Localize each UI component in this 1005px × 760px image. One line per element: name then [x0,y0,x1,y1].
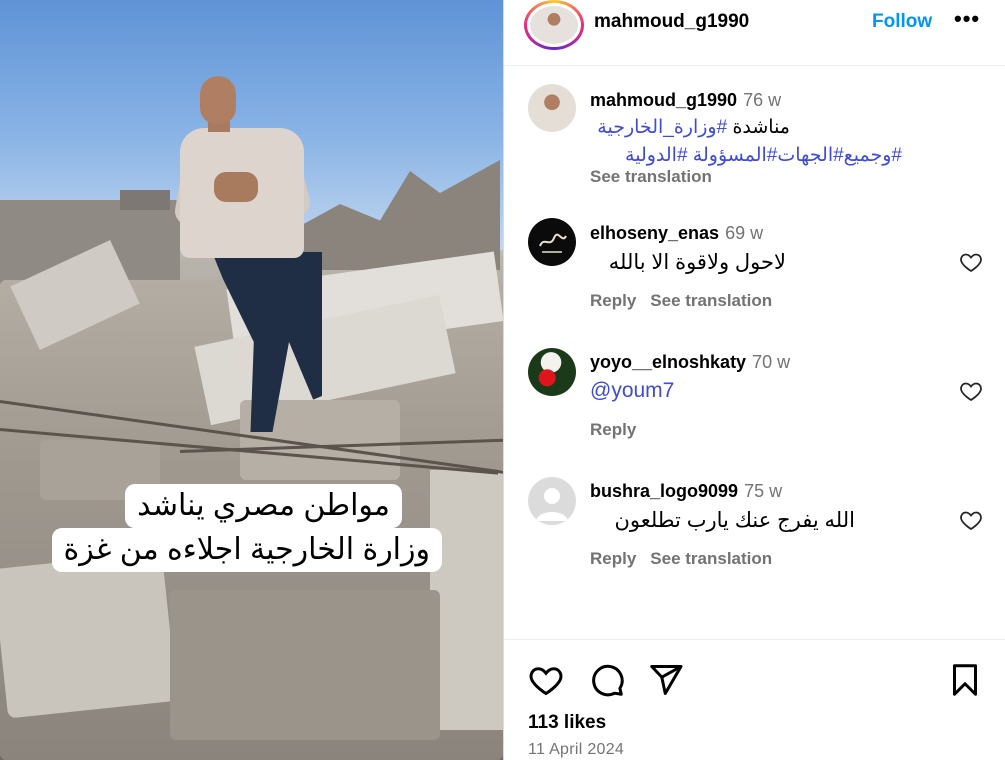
calligraphy-icon [539,233,567,253]
comments-section: mahmoud_g1990 76 w مناشدة #وزارة_الخارجية… [504,66,1005,639]
hashtag-links[interactable]: #وجميع#الجهات#المسؤولة #الدولية [590,144,902,167]
caption-username[interactable]: mahmoud_g1990 76 w [590,90,781,111]
caption-line-1: مناشدة #وزارة_الخارجية [590,116,790,139]
comment-username[interactable]: elhoseny_enas 69 w [590,223,763,244]
more-options-icon[interactable]: ••• [954,6,980,32]
caption-avatar[interactable] [528,84,576,132]
comment-username[interactable]: yoyo__elnoshkaty 70 w [590,352,790,373]
rose-avatar[interactable] [528,348,576,396]
mention-link[interactable]: @youm7 [590,379,674,403]
see-translation-link[interactable]: See translation [590,167,712,186]
reply-button[interactable]: Reply [590,420,636,439]
likes-count[interactable]: 113 likes [528,712,606,734]
profile-avatar[interactable] [524,0,584,50]
person-head [200,76,236,124]
comment-time: 75 w [744,481,783,501]
comment-username[interactable]: bushra_logo9099 75 w [590,481,782,502]
calligraphy-avatar[interactable] [528,218,576,266]
video-caption-overlay: مواطن مصري يناشد وزارة الخارجية اجلاءه م… [51,484,442,578]
post-date: 11 April 2024 [528,741,625,758]
comment-like-heart-icon[interactable] [959,250,983,274]
comment-text: الله يفرج عنك يارب تطلعون [614,509,855,532]
share-icon[interactable] [648,662,684,698]
post-side-panel: mahmoud_g1990 Follow ••• mahmoud_g1990 76… [503,0,1005,760]
caption-username-text[interactable]: mahmoud_g1990 [590,90,737,110]
comment-text: لاحول ولاقوة الا بالله [608,251,786,274]
instagram-post-view: مواطن مصري يناشد وزارة الخارجية اجلاءه م… [0,0,1005,760]
person-hands [214,172,258,202]
default-avatar[interactable] [528,477,576,525]
caption-text: مناشدة [732,117,790,138]
comment-icon[interactable] [589,662,625,698]
video-caption-line: مواطن مصري يناشد [125,484,402,528]
reply-button[interactable]: Reply [590,549,636,568]
comment-username-text[interactable]: yoyo__elnoshkaty [590,352,746,372]
comment-actions: Reply See translation [590,549,786,569]
ruined-building [120,190,170,210]
reply-button[interactable]: Reply [590,291,636,310]
bookmark-icon[interactable] [947,662,983,698]
post-header: mahmoud_g1990 Follow ••• [504,0,1005,66]
comment-username-text[interactable]: elhoseny_enas [590,223,719,243]
see-translation-link[interactable]: See translation [650,291,772,310]
hashtag-link[interactable]: #وزارة_الخارجية [597,117,727,138]
rubble-pile [170,590,440,740]
see-translation-link[interactable]: See translation [650,549,772,568]
header-username[interactable]: mahmoud_g1990 [594,11,749,33]
follow-button[interactable]: Follow [872,11,932,33]
avatar-photo [530,6,578,44]
heart-icon[interactable] [528,662,564,698]
caption-time: 76 w [743,90,782,110]
comment-username-text[interactable]: bushra_logo9099 [590,481,738,501]
video-caption-line: وزارة الخارجية اجلاءه من غزة [51,528,442,572]
comment-time: 69 w [725,223,764,243]
comment-like-heart-icon[interactable] [959,508,983,532]
default-user-icon [536,488,568,521]
post-video[interactable]: مواطن مصري يناشد وزارة الخارجية اجلاءه م… [0,0,503,760]
comment-actions: Reply [590,420,650,440]
caption-see-translation[interactable]: See translation [590,167,726,187]
comment-like-heart-icon[interactable] [959,379,983,403]
comment-time: 70 w [752,352,791,372]
comment-actions: Reply See translation [590,291,786,311]
